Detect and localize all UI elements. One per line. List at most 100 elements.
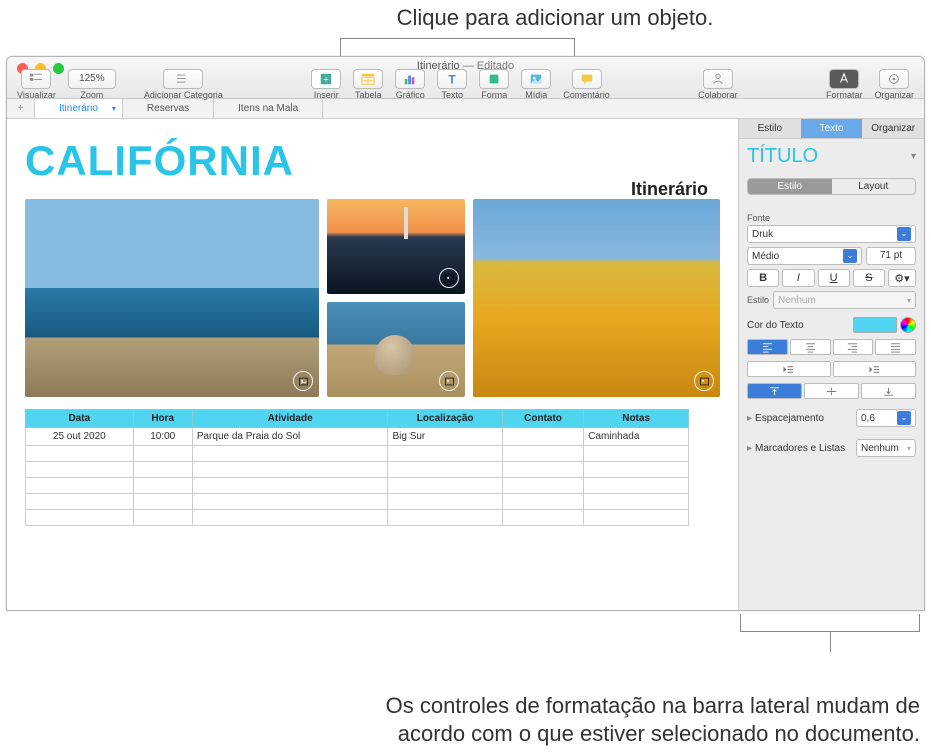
table-cell[interactable]: 10:00 (133, 428, 192, 446)
underline-button[interactable]: U (818, 269, 850, 287)
align-justify-button[interactable] (875, 339, 916, 355)
add-sheet-button[interactable]: + (7, 99, 35, 118)
media-button[interactable]: Mídia (517, 69, 555, 100)
shape-button[interactable]: Forma (475, 69, 513, 100)
sheet-tab-reservas[interactable]: Reservas (123, 99, 214, 118)
subtab-layout[interactable]: Layout (832, 179, 916, 194)
valign-middle-button[interactable] (804, 383, 859, 399)
table-cell[interactable] (388, 446, 502, 462)
col-atividade[interactable]: Atividade (192, 410, 388, 428)
table-cell[interactable] (388, 462, 502, 478)
table-cell[interactable]: 25 out 2020 (26, 428, 134, 446)
table-cell[interactable] (133, 478, 192, 494)
align-right-button[interactable] (833, 339, 874, 355)
text-button[interactable]: T Texto (433, 69, 471, 100)
col-contato[interactable]: Contato (502, 410, 583, 428)
indent-button[interactable] (833, 361, 917, 377)
bullets-select[interactable]: Nenhum ▾ (856, 439, 916, 457)
photo-lighthouse[interactable] (327, 199, 465, 294)
collaborate-button[interactable]: Colaborar (694, 69, 742, 100)
format-button[interactable]: Formatar (822, 69, 867, 100)
add-category-button[interactable]: Adicionar Categoria (140, 69, 227, 100)
subtab-estilo[interactable]: Estilo (748, 179, 832, 194)
comment-button[interactable]: Comentário (559, 69, 614, 100)
col-hora[interactable]: Hora (133, 410, 192, 428)
table-cell[interactable] (584, 462, 689, 478)
table-cell[interactable] (26, 478, 134, 494)
table-cell[interactable] (584, 478, 689, 494)
align-left-button[interactable] (747, 339, 788, 355)
table-cell[interactable] (388, 478, 502, 494)
char-style-select[interactable]: Nenhum ▾ (773, 291, 916, 309)
bold-button[interactable]: B (747, 269, 779, 287)
table-cell[interactable] (26, 462, 134, 478)
table-cell[interactable] (26, 494, 134, 510)
table-cell[interactable] (502, 428, 583, 446)
table-cell[interactable] (192, 494, 388, 510)
table-cell[interactable] (192, 462, 388, 478)
table-row[interactable]: 25 out 202010:00Parque da Praia do SolBi… (26, 428, 689, 446)
table-cell[interactable] (133, 446, 192, 462)
align-center-button[interactable] (790, 339, 831, 355)
spacing-select[interactable]: 0,6 ⌄ (856, 409, 916, 427)
table-button[interactable]: Tabela (349, 69, 387, 100)
table-cell[interactable] (192, 510, 388, 526)
table-cell[interactable] (502, 446, 583, 462)
table-cell[interactable] (192, 446, 388, 462)
table-cell[interactable] (502, 494, 583, 510)
photo-seals[interactable] (327, 302, 465, 397)
valign-top-button[interactable] (747, 383, 802, 399)
font-size-stepper[interactable]: 71 pt (866, 247, 916, 265)
table-cell[interactable] (584, 446, 689, 462)
photo-flowers[interactable] (473, 199, 720, 397)
sheet-tab-itens-na-mala[interactable]: Itens na Mala (214, 99, 323, 118)
table-cell[interactable] (192, 478, 388, 494)
font-family-select[interactable]: Druk ⌄ (747, 225, 916, 243)
inspector-tab-texto[interactable]: Texto (801, 119, 863, 139)
col-notas[interactable]: Notas (584, 410, 689, 428)
strike-button[interactable]: S (853, 269, 885, 287)
paragraph-style-select[interactable]: TÍTULO ▾ (739, 139, 924, 174)
chart-button[interactable]: Gráfico (391, 69, 429, 100)
spacing-row[interactable]: ▸Espacejamento 0,6 ⌄ (739, 403, 924, 433)
table-cell[interactable] (388, 510, 502, 526)
table-cell[interactable] (133, 494, 192, 510)
table-cell[interactable]: Caminhada (584, 428, 689, 446)
organize-button[interactable]: Organizar (870, 69, 918, 100)
zoom-select[interactable]: 125% Zoom (64, 69, 120, 100)
table-cell[interactable]: Parque da Praia do Sol (192, 428, 388, 446)
inspector-tab-estilo[interactable]: Estilo (739, 119, 801, 139)
table-cell[interactable] (502, 510, 583, 526)
itinerary-table[interactable]: Data Hora Atividade Localização Contato … (25, 409, 689, 526)
sheet-tab-itinerario[interactable]: Itinerário (35, 99, 123, 118)
table-cell[interactable] (26, 446, 134, 462)
table-cell[interactable] (133, 510, 192, 526)
char-advanced-button[interactable]: ⚙▾ (888, 269, 916, 287)
text-subtab-segment[interactable]: Estilo Layout (747, 178, 916, 195)
table-row[interactable] (26, 510, 689, 526)
table-cell[interactable] (388, 494, 502, 510)
table-cell[interactable] (502, 478, 583, 494)
col-localizacao[interactable]: Localização (388, 410, 502, 428)
font-weight-select[interactable]: Médio ⌄ (747, 247, 862, 265)
table-cell[interactable] (502, 462, 583, 478)
table-cell[interactable]: Big Sur (388, 428, 502, 446)
col-data[interactable]: Data (26, 410, 134, 428)
italic-button[interactable]: I (782, 269, 814, 287)
table-row[interactable] (26, 478, 689, 494)
bullets-row[interactable]: ▸Marcadores e Listas Nenhum ▾ (739, 433, 924, 463)
document-canvas[interactable]: CALIFÓRNIA Itinerário (7, 119, 738, 610)
table-row[interactable] (26, 446, 689, 462)
table-row[interactable] (26, 494, 689, 510)
outdent-button[interactable] (747, 361, 831, 377)
valign-bottom-button[interactable] (861, 383, 916, 399)
text-color-swatch[interactable] (853, 317, 897, 333)
inspector-tab-organizar[interactable]: Organizar (862, 119, 924, 139)
table-row[interactable] (26, 462, 689, 478)
document-heading[interactable]: CALIFÓRNIA (25, 137, 720, 185)
insert-button[interactable]: + Inserir (307, 69, 345, 100)
table-cell[interactable] (133, 462, 192, 478)
table-cell[interactable] (26, 510, 134, 526)
table-cell[interactable] (584, 510, 689, 526)
document-subtitle[interactable]: Itinerário (631, 179, 708, 200)
